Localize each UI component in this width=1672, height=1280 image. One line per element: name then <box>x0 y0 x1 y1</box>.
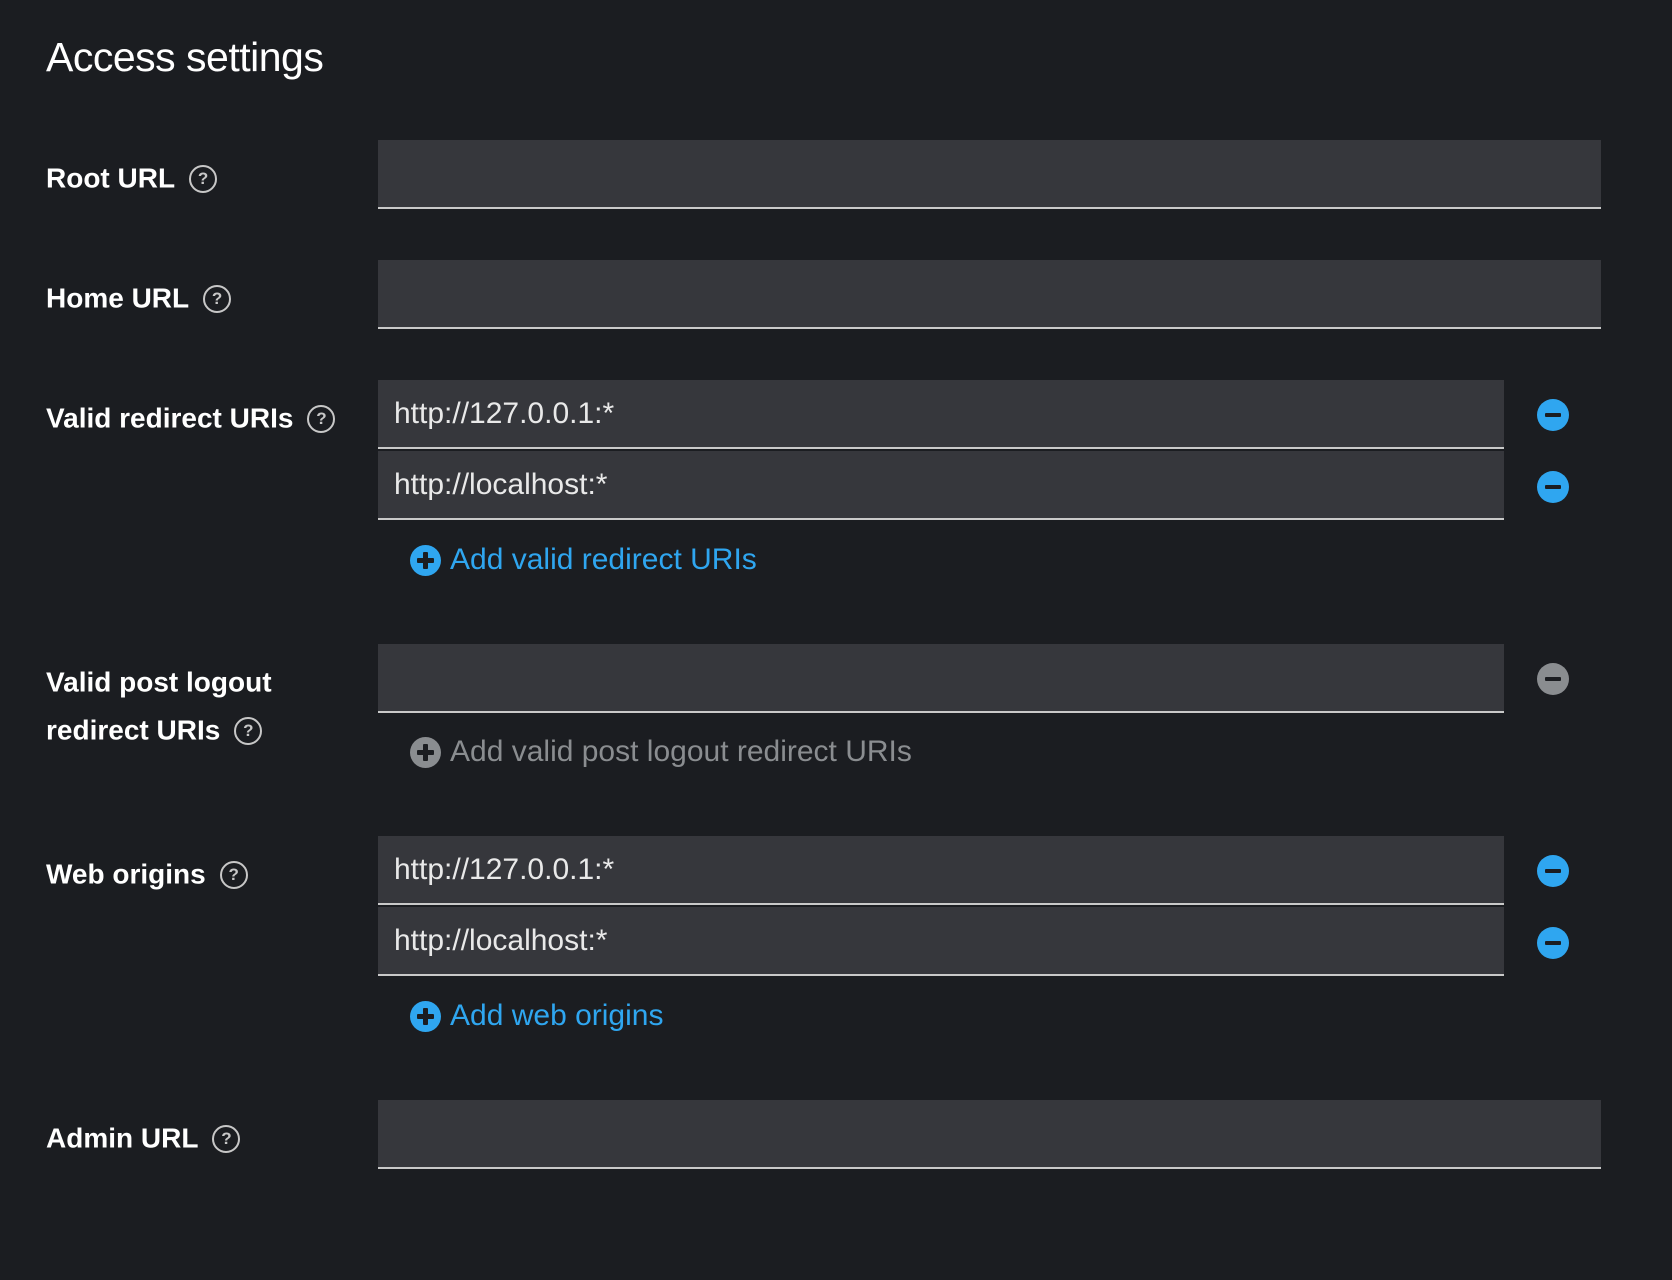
web-origins-label-text: Web origins <box>46 858 206 890</box>
root-url-label: Root URL? <box>46 153 218 203</box>
help-icon[interactable]: ? <box>203 284 232 313</box>
add-post-logout-label: Add valid post logout redirect URIs <box>450 735 912 768</box>
post-logout-label-line2: redirect URIs <box>46 714 221 746</box>
admin-url-label: Admin URL? <box>46 1113 241 1163</box>
help-icon[interactable]: ? <box>307 404 336 433</box>
root-url-input[interactable] <box>378 140 1601 209</box>
remove-redirect-uri-1-button[interactable] <box>1537 399 1569 431</box>
help-icon[interactable]: ? <box>212 1124 241 1153</box>
access-settings-panel: Access settings Root URL? Home URL? Vali… <box>0 0 1672 1280</box>
add-valid-post-logout-redirect-uris-button[interactable]: Add valid post logout redirect URIs <box>410 732 912 772</box>
add-valid-redirect-uris-label: Add valid redirect URIs <box>450 543 757 576</box>
minus-circle-icon <box>1545 869 1561 873</box>
home-url-label: Home URL? <box>46 273 232 323</box>
remove-redirect-uri-2-button[interactable] <box>1537 471 1569 503</box>
admin-url-input[interactable] <box>378 1100 1601 1169</box>
admin-url-label-text: Admin URL <box>46 1122 199 1154</box>
valid-redirect-uris-label: Valid redirect URIs? <box>46 393 336 443</box>
add-web-origins-label: Add web origins <box>450 999 664 1032</box>
minus-circle-icon <box>1545 485 1561 489</box>
web-origin-input-2[interactable] <box>378 907 1504 976</box>
home-url-label-text: Home URL <box>46 282 190 314</box>
add-valid-redirect-uris-button[interactable]: Add valid redirect URIs <box>410 540 757 580</box>
help-icon[interactable]: ? <box>234 716 263 745</box>
remove-web-origin-1-button[interactable] <box>1537 855 1569 887</box>
plus-circle-icon <box>410 1000 441 1032</box>
remove-post-logout-uri-1-button[interactable] <box>1537 663 1569 695</box>
section-title: Access settings <box>46 34 324 80</box>
valid-redirect-uris-label-text: Valid redirect URIs <box>46 402 294 434</box>
home-url-input[interactable] <box>378 260 1601 329</box>
valid-redirect-uri-input-2[interactable] <box>378 451 1504 520</box>
valid-post-logout-redirect-uri-input-1[interactable] <box>378 644 1504 713</box>
root-url-label-text: Root URL <box>46 162 176 194</box>
valid-post-logout-redirect-uris-label: Valid post logout <box>46 657 272 707</box>
add-web-origins-button[interactable]: Add web origins <box>410 996 663 1036</box>
remove-web-origin-2-button[interactable] <box>1537 927 1569 959</box>
valid-post-logout-redirect-uris-label-line2: redirect URIs? <box>46 705 263 755</box>
plus-circle-icon <box>410 736 441 768</box>
post-logout-label-line1: Valid post logout <box>46 666 272 698</box>
plus-circle-icon <box>410 544 441 576</box>
web-origin-input-1[interactable] <box>378 836 1504 905</box>
valid-redirect-uri-input-1[interactable] <box>378 380 1504 449</box>
help-icon[interactable]: ? <box>189 164 218 193</box>
minus-circle-icon <box>1545 413 1561 417</box>
web-origins-label: Web origins? <box>46 849 248 899</box>
help-icon[interactable]: ? <box>219 860 248 889</box>
minus-circle-icon <box>1545 941 1561 945</box>
minus-circle-icon <box>1545 677 1561 681</box>
